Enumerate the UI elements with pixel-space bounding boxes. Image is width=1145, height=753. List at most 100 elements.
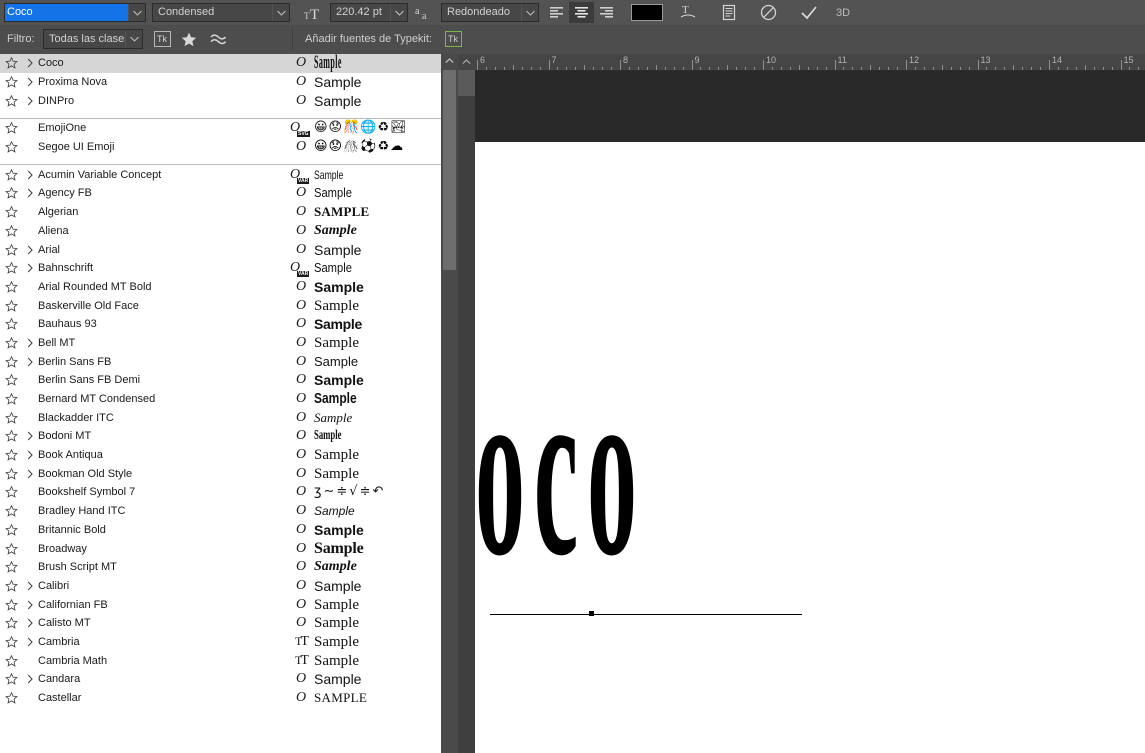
favorite-star-button[interactable]	[0, 543, 22, 555]
favorite-star-button[interactable]	[0, 486, 22, 498]
font-list-item[interactable]: Cambria MathTTSample	[0, 651, 458, 670]
font-list-item[interactable]: CastellarOSAMPLE	[0, 689, 458, 708]
favorite-star-button[interactable]	[0, 95, 22, 107]
scroll-up-icon[interactable]	[441, 54, 458, 68]
toggle-panels-button[interactable]	[717, 2, 740, 23]
favorite-star-button[interactable]	[0, 505, 22, 517]
expand-styles-button[interactable]	[22, 96, 38, 106]
favorite-star-button[interactable]	[0, 393, 22, 405]
favorite-star-button[interactable]	[0, 300, 22, 312]
text-color-swatch[interactable]	[631, 4, 663, 21]
font-list-item[interactable]: Berlin Sans FB DemiOSample	[0, 371, 458, 390]
favorite-star-button[interactable]	[0, 141, 22, 153]
favorite-star-button[interactable]	[0, 206, 22, 218]
expand-styles-button[interactable]	[22, 170, 38, 180]
antialias-select[interactable]: Redondeado	[441, 3, 539, 22]
font-class-filter-select[interactable]: Todas las clases	[43, 29, 143, 49]
align-center-button[interactable]	[569, 2, 594, 23]
chevron-down-icon[interactable]	[521, 4, 538, 21]
font-list-item[interactable]: Bookshelf Symbol 7Oʒ∼≑√≑↶	[0, 483, 458, 502]
font-list-item[interactable]: Agency FBOSample	[0, 184, 458, 203]
favorite-star-button[interactable]	[0, 356, 22, 368]
font-list-item[interactable]: CocoOSample	[0, 54, 458, 73]
font-list-item[interactable]: Proxima NovaOSample	[0, 73, 458, 92]
font-list-item[interactable]: Californian FBOSample	[0, 595, 458, 614]
favorite-star-button[interactable]	[0, 412, 22, 424]
expand-styles-button[interactable]	[22, 338, 38, 348]
font-list-item[interactable]: EmojiOneOSVG😀😟🎊🌐♻🏞	[0, 119, 458, 138]
favorite-star-button[interactable]	[0, 561, 22, 573]
font-list-item[interactable]: Baskerville Old FaceOSample	[0, 296, 458, 315]
font-family-input[interactable]: Coco	[4, 3, 146, 22]
3d-button[interactable]: 3D	[830, 2, 856, 23]
expand-styles-button[interactable]	[22, 469, 38, 479]
font-list-item[interactable]: Bradley Hand ITCOSample	[0, 502, 458, 521]
font-list-item[interactable]: CambriaTTSample	[0, 633, 458, 652]
favorite-star-button[interactable]	[0, 374, 22, 386]
favorite-star-button[interactable]	[0, 122, 22, 134]
favorite-star-button[interactable]	[0, 187, 22, 199]
font-list-panel[interactable]: CocoOSampleProxima NovaOSampleDINProOSam…	[0, 54, 459, 753]
font-list-item[interactable]: CalibriOSample	[0, 577, 458, 596]
expand-styles-button[interactable]	[22, 674, 38, 684]
font-style-select[interactable]: Condensed	[152, 3, 290, 22]
favorite-star-button[interactable]	[0, 76, 22, 88]
font-list-item[interactable]: Segoe UI EmojiO😀😟🎊⚽♻☁	[0, 138, 458, 157]
expand-styles-button[interactable]	[22, 58, 38, 68]
favorite-star-button[interactable]	[0, 318, 22, 330]
favorite-star-button[interactable]	[0, 449, 22, 461]
font-list-item[interactable]: Berlin Sans FBOSample	[0, 352, 458, 371]
font-list-item[interactable]: Blackadder ITCOSample	[0, 408, 458, 427]
font-size-input[interactable]: 220.42 pt	[330, 3, 408, 22]
font-list-item[interactable]: Bodoni MTOSample	[0, 427, 458, 446]
font-list-item[interactable]: Brush Script MTOSample	[0, 558, 458, 577]
expand-styles-button[interactable]	[22, 431, 38, 441]
cancel-edits-button[interactable]	[757, 2, 780, 23]
typekit-filter-button[interactable]: Tk	[152, 30, 172, 48]
chevron-down-icon[interactable]	[272, 4, 289, 21]
chevron-down-icon[interactable]	[128, 4, 145, 21]
canvas[interactable]: oco	[475, 142, 1145, 753]
font-list-item[interactable]: Bell MTOSample	[0, 334, 458, 353]
font-list-item[interactable]: Bernard MT CondensedOSample	[0, 390, 458, 409]
favorite-star-button[interactable]	[0, 692, 22, 704]
chevron-down-icon[interactable]	[390, 4, 407, 21]
favorite-star-button[interactable]	[0, 617, 22, 629]
font-list-item[interactable]: Book AntiquaOSample	[0, 446, 458, 465]
expand-styles-button[interactable]	[22, 77, 38, 87]
font-list-item[interactable]: DINProOSample	[0, 91, 458, 110]
font-list-item[interactable]: BahnschriftOVARSample	[0, 259, 458, 278]
scrollbar-thumb[interactable]	[443, 70, 456, 270]
font-list-item[interactable]: CandaraOSample	[0, 670, 458, 689]
font-list-item[interactable]: AlgerianOSAMPLE	[0, 203, 458, 222]
ruler-origin[interactable]	[458, 54, 475, 70]
favorite-star-button[interactable]	[0, 580, 22, 592]
favorite-star-button[interactable]	[0, 636, 22, 648]
font-list-item[interactable]: AlienaOSample	[0, 222, 458, 241]
text-anchor-point[interactable]	[589, 611, 594, 616]
font-list-item[interactable]: ArialOSample	[0, 240, 458, 259]
favorite-star-button[interactable]	[0, 524, 22, 536]
expand-styles-button[interactable]	[22, 600, 38, 610]
expand-styles-button[interactable]	[22, 637, 38, 647]
font-list-item[interactable]: Britannic BoldOSample	[0, 521, 458, 540]
expand-styles-button[interactable]	[22, 450, 38, 460]
align-right-button[interactable]	[594, 2, 619, 23]
expand-styles-button[interactable]	[22, 581, 38, 591]
favorite-star-button[interactable]	[0, 655, 22, 667]
expand-styles-button[interactable]	[22, 618, 38, 628]
commit-edits-button[interactable]	[797, 2, 820, 23]
font-list-item[interactable]: Bauhaus 93OSample	[0, 315, 458, 334]
font-list-scrollbar[interactable]	[441, 54, 458, 753]
expand-styles-button[interactable]	[22, 245, 38, 255]
font-list-item[interactable]: Bookman Old StyleOSample	[0, 464, 458, 483]
favorites-filter-button[interactable]	[179, 30, 199, 48]
font-list-item[interactable]: Calisto MTOSample	[0, 614, 458, 633]
favorite-star-button[interactable]	[0, 337, 22, 349]
font-list[interactable]: CocoOSampleProxima NovaOSampleDINProOSam…	[0, 54, 458, 707]
favorite-star-button[interactable]	[0, 468, 22, 480]
canvas-text-layer[interactable]: oco	[475, 372, 603, 572]
vertical-scroll-cap[interactable]	[458, 70, 475, 96]
favorite-star-button[interactable]	[0, 673, 22, 685]
expand-styles-button[interactable]	[22, 357, 38, 367]
